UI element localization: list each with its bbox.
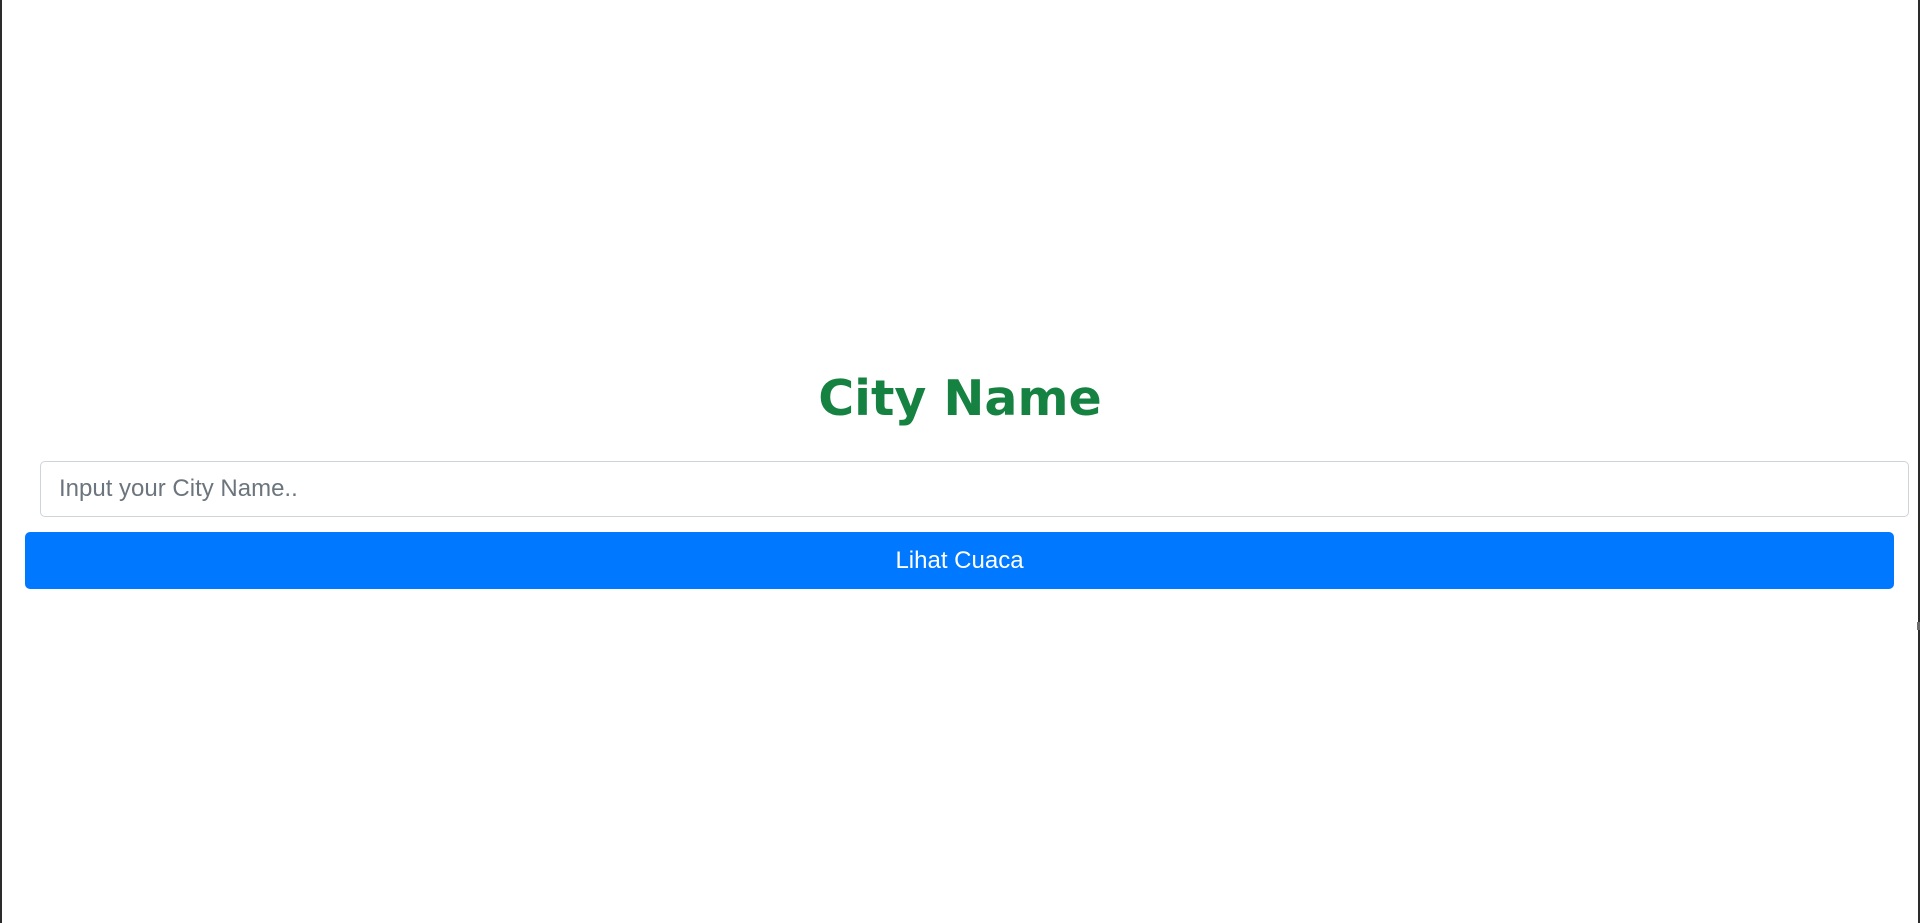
city-name-input[interactable] [40, 461, 1909, 517]
lihat-cuaca-button[interactable]: Lihat Cuaca [25, 532, 1894, 589]
window-border-left [0, 0, 2, 923]
page: City Name Lihat Cuaca [0, 0, 1920, 923]
page-title: City Name [818, 370, 1102, 427]
